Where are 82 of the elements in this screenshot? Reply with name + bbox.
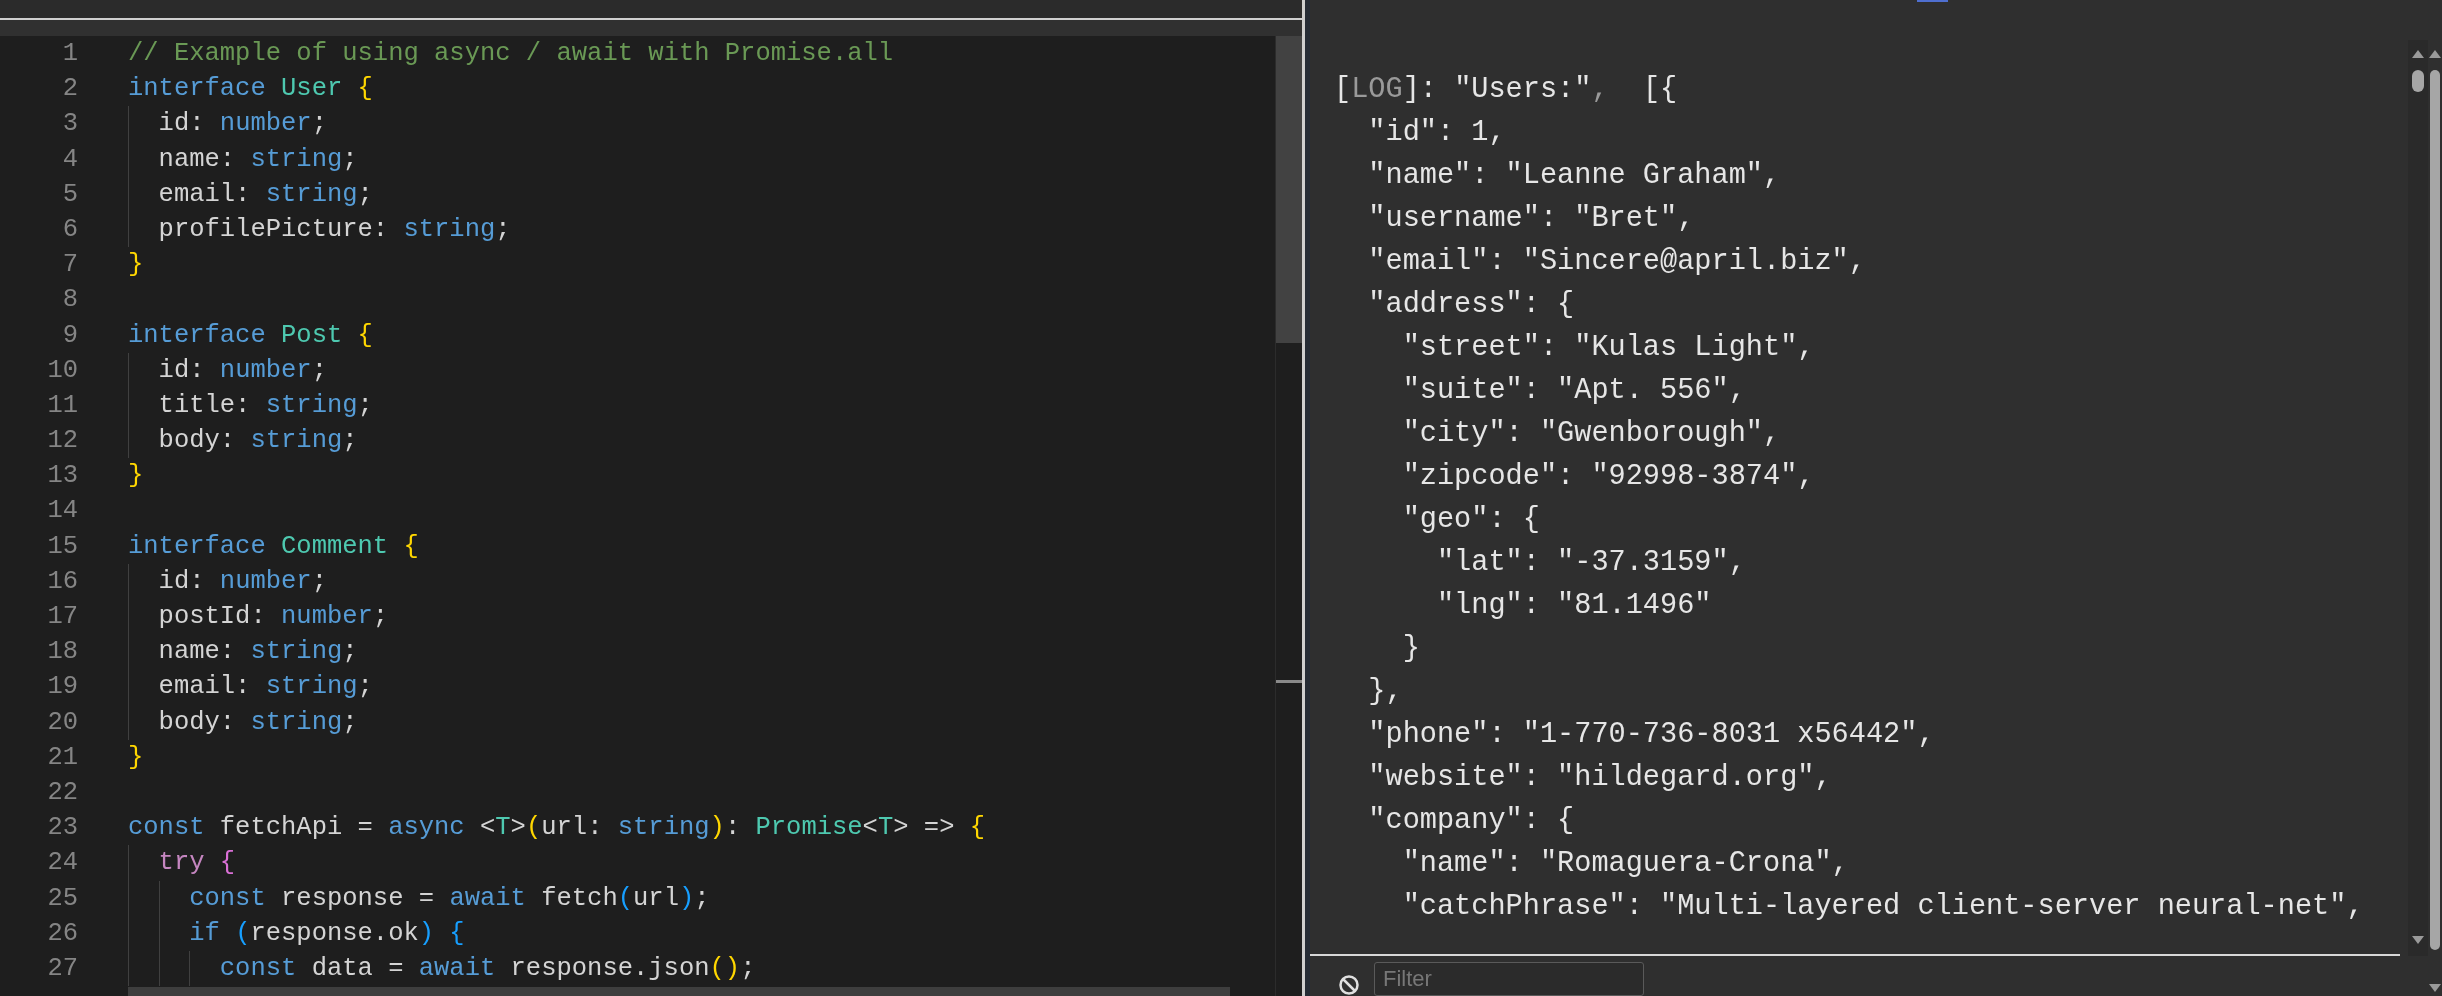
line-number: 9: [61, 319, 78, 352]
line-number: 27: [46, 952, 78, 985]
code-line: const response = await fetch(url);: [188, 883, 710, 913]
line-number: 20: [46, 706, 78, 739]
line-number: 4: [61, 143, 78, 176]
log-line: "suite": "Apt. 556",: [1401, 373, 1747, 409]
line-number: 21: [46, 741, 78, 774]
code-line: title: string;: [157, 390, 373, 420]
code-line: interface User {: [128, 74, 373, 104]
log-line: "zipcode": "92998-3874",: [1401, 459, 1816, 495]
scrollbar-thumb[interactable]: [2430, 70, 2440, 950]
scroll-down-icon[interactable]: [2429, 984, 2441, 992]
line-number: 3: [61, 108, 78, 141]
code-line: profilePicture: string;: [157, 214, 511, 244]
line-number: 6: [61, 213, 78, 246]
log-line: [LOG]: "Users:", [{: [1334, 72, 1679, 108]
line-number: 23: [46, 812, 78, 845]
code-line: name: string;: [157, 144, 358, 174]
line-number: 13: [46, 460, 78, 493]
code-line: id: number;: [157, 355, 327, 385]
line-number: 19: [46, 671, 78, 704]
line-number: 5: [61, 178, 78, 211]
code-line: }: [128, 461, 144, 491]
line-number: 22: [46, 776, 78, 809]
line-number: 14: [46, 495, 78, 528]
scrollbar-thumb[interactable]: [128, 987, 1230, 996]
scroll-marker: [1276, 680, 1302, 683]
log-line: "name": "Romaguera-Crona",: [1401, 846, 1850, 882]
code-line: }: [128, 250, 144, 280]
filter-field[interactable]: Filter: [1374, 962, 1644, 996]
code-line: body: string;: [157, 707, 358, 737]
log-line: "email": "Sincere@april.biz",: [1367, 244, 1867, 280]
line-number: 15: [46, 530, 78, 563]
log-line: "lat": "-37.3159",: [1435, 545, 1747, 581]
line-number: 8: [61, 284, 78, 317]
line-number: 1: [61, 38, 78, 70]
log-line: "geo": {: [1401, 502, 1541, 538]
code-line: interface Comment {: [128, 531, 419, 561]
code-line: const data = await response.json();: [218, 953, 756, 983]
line-number: 24: [46, 847, 78, 880]
log-line: "address": {: [1367, 287, 1576, 323]
tab-indicator: [1917, 0, 1948, 2]
code-line: id: number;: [157, 109, 327, 139]
log-line: "website": "hildegard.org",: [1367, 760, 1833, 796]
clear-icon[interactable]: [1338, 974, 1360, 996]
line-number: 18: [46, 636, 78, 669]
line-number: 12: [46, 425, 78, 458]
line-number: 16: [46, 565, 78, 598]
log-line: "catchPhrase": "Multi-layered client-server neural-net",: [1401, 889, 2365, 925]
line-number: 25: [46, 882, 78, 915]
line-number: 10: [46, 354, 78, 387]
scroll-up-icon[interactable]: [2429, 50, 2441, 58]
log-line: "lng": "81.1496": [1435, 588, 1713, 624]
line-number: 17: [46, 601, 78, 633]
log-line: "username": "Bret",: [1367, 201, 1696, 237]
scrollbar-thumb[interactable]: [2412, 70, 2424, 92]
log-line: },: [1367, 674, 1404, 710]
code-line: body: string;: [157, 426, 358, 456]
line-number: 2: [61, 73, 78, 106]
code-line: interface Post {: [128, 320, 373, 350]
code-line: email: string;: [157, 179, 373, 209]
line-number: 26: [46, 917, 78, 950]
code-comment: // Example of using async / await with Promise.all: [128, 39, 894, 68]
code-line: postId: number;: [157, 602, 389, 631]
log-line: "name": "Leanne Graham",: [1367, 158, 1782, 194]
log-line: "id": 1,: [1367, 115, 1507, 151]
code-line: name: string;: [157, 637, 358, 667]
code-line: email: string;: [157, 672, 373, 702]
line-number: 7: [61, 249, 78, 282]
log-line: "phone": "1-770-736-8031 x56442",: [1367, 717, 1936, 753]
code-line: id: number;: [157, 566, 327, 596]
code-line: if (response.ok) {: [188, 918, 465, 948]
scrollbar-thumb[interactable]: [1276, 36, 1302, 343]
code-line: try {: [157, 848, 236, 878]
log-line: "city": "Gwenborough",: [1401, 416, 1782, 452]
line-number: 11: [46, 389, 78, 422]
log-line: }: [1401, 631, 1421, 667]
log-line: "company": {: [1367, 803, 1576, 839]
scroll-up-icon[interactable]: [2412, 50, 2424, 58]
code-line: const fetchApi = async <T>(url: string): Promise<T> => {: [128, 813, 986, 843]
code-line: }: [128, 742, 144, 772]
log-line: "street": "Kulas Light",: [1401, 330, 1816, 366]
